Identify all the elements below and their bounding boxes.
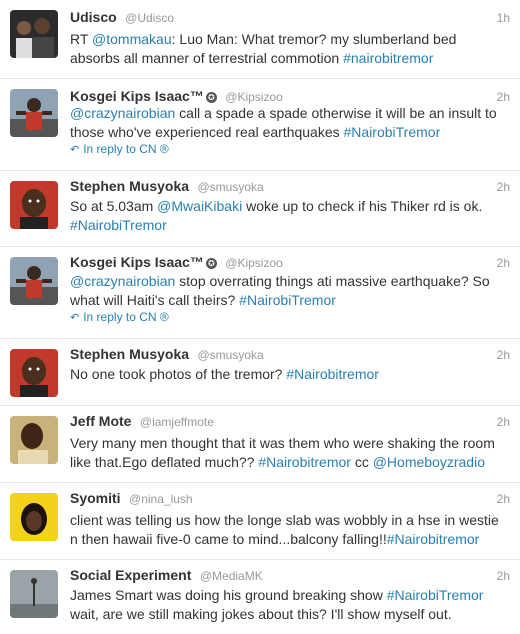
tweet-author-name[interactable]: Stephen Musyoka bbox=[70, 178, 189, 194]
hashtag-link[interactable]: #nairobitremor bbox=[343, 50, 433, 66]
tweet-author-name[interactable]: Kosgei Kips Isaac™ bbox=[70, 88, 204, 104]
hashtag-link[interactable]: #NairobiTremor bbox=[344, 124, 441, 140]
tweet-text-part: RT bbox=[70, 31, 93, 47]
tweet-author-handle[interactable]: @nina_lush bbox=[129, 492, 193, 506]
mention-link[interactable]: @crazynairobian bbox=[70, 273, 175, 289]
in-reply-to-label: In reply to CN ® bbox=[83, 310, 169, 324]
avatar-mediamk[interactable] bbox=[10, 570, 58, 618]
tweet-text: @crazynairobian call a spade a spade oth… bbox=[70, 104, 510, 142]
tweet-text-part: woke up to check if his Thiker rd is ok. bbox=[242, 198, 483, 214]
tweet-text: So at 5.03am @MwaiKibaki woke up to chec… bbox=[70, 197, 510, 235]
tweet-timestamp[interactable]: 2h bbox=[497, 348, 510, 362]
hashtag-link[interactable]: #Nairobitremor bbox=[387, 531, 480, 547]
tweet-timestamp[interactable]: 2h bbox=[497, 180, 510, 194]
tweet-text-part: James Smart was doing his ground breakin… bbox=[70, 587, 387, 603]
tweet-item[interactable]: Syomiti @nina_lush 2h client was telling… bbox=[0, 483, 520, 560]
tweet-timeline: Udisco @Udisco 1h RT @tommakau: Luo Man:… bbox=[0, 0, 520, 634]
tweet-author-handle[interactable]: @Kipsizoo bbox=[225, 90, 283, 104]
tweet-text-part: wait, are we still making jokes about th… bbox=[70, 606, 452, 622]
mention-link[interactable]: @tommakau bbox=[92, 31, 172, 47]
tweet-timestamp[interactable]: 2h bbox=[497, 415, 510, 429]
mention-link[interactable]: @Homeboyzradio bbox=[373, 454, 485, 470]
tweet-text-part: cc bbox=[350, 454, 373, 470]
tweet-author-name[interactable]: Kosgei Kips Isaac™ bbox=[70, 254, 204, 270]
reply-arrow-icon: ↶ bbox=[70, 312, 80, 324]
tweet-text: James Smart was doing his ground breakin… bbox=[70, 586, 510, 624]
tweet-timestamp[interactable]: 2h bbox=[497, 492, 510, 506]
tweet-text: @crazynairobian stop overrating things a… bbox=[70, 272, 510, 310]
tweet-author-name[interactable]: Syomiti bbox=[70, 490, 121, 506]
tweet-timestamp[interactable]: 1h bbox=[497, 11, 510, 25]
tweet-item[interactable]: Stephen Musyoka @smusyoka 2h So at 5.03a… bbox=[0, 171, 520, 247]
hashtag-link[interactable]: #NairobiTremor bbox=[239, 292, 336, 308]
avatar-kipsizoo[interactable] bbox=[10, 257, 58, 305]
tweet-item[interactable]: Stephen Musyoka @smusyoka 2h No one took… bbox=[0, 339, 520, 406]
tweet-item[interactable]: Jeff Mote @iamjeffmote 2h Very many men … bbox=[0, 406, 520, 483]
hashtag-link[interactable]: #NairobiTremor bbox=[70, 217, 167, 233]
reply-arrow-icon: ↶ bbox=[70, 144, 80, 156]
tweet-author-name[interactable]: Jeff Mote bbox=[70, 413, 131, 429]
hashtag-link[interactable]: #Nairobitremor bbox=[286, 366, 379, 382]
tweet-text: Very many men thought that it was them w… bbox=[70, 434, 510, 472]
tweet-item[interactable]: Kosgei Kips Isaac™ ✪ @Kipsizoo 2h @crazyn… bbox=[0, 79, 520, 171]
avatar-smusyoka[interactable] bbox=[10, 349, 58, 397]
avatar-iamjeffmote[interactable] bbox=[10, 416, 58, 464]
tweet-text-part: No one took photos of the tremor? bbox=[70, 366, 287, 382]
hashtag-link[interactable]: #NairobiTremor bbox=[387, 587, 484, 603]
in-reply-to-link[interactable]: ↶ In reply to CN ® bbox=[70, 142, 169, 156]
in-reply-to-label: In reply to CN ® bbox=[83, 142, 169, 156]
avatar-kipsizoo[interactable] bbox=[10, 89, 58, 137]
verified-star-icon: ✪ bbox=[205, 92, 217, 103]
mention-link[interactable]: @MwaiKibaki bbox=[157, 198, 242, 214]
tweet-author-handle[interactable]: @MediaMK bbox=[200, 569, 263, 583]
mention-link[interactable]: @crazynairobian bbox=[70, 105, 175, 121]
tweet-item[interactable]: Social Experiment @MediaMK 2h James Smar… bbox=[0, 560, 520, 634]
tweet-text: RT @tommakau: Luo Man: What tremor? my s… bbox=[70, 30, 510, 68]
tweet-author-handle[interactable]: @smusyoka bbox=[197, 348, 263, 362]
tweet-text: client was telling us how the longe slab… bbox=[70, 511, 510, 549]
tweet-item[interactable]: Kosgei Kips Isaac™ ✪ @Kipsizoo 2h @crazyn… bbox=[0, 247, 520, 339]
avatar-smusyoka[interactable] bbox=[10, 181, 58, 229]
tweet-author-name[interactable]: Social Experiment bbox=[70, 567, 191, 583]
tweet-timestamp[interactable]: 2h bbox=[497, 256, 510, 270]
tweet-author-handle[interactable]: @iamjeffmote bbox=[140, 415, 214, 429]
avatar-nina-lush[interactable] bbox=[10, 493, 58, 541]
tweet-item[interactable]: Udisco @Udisco 1h RT @tommakau: Luo Man:… bbox=[0, 0, 520, 79]
avatar-udisco[interactable] bbox=[10, 10, 58, 58]
tweet-timestamp[interactable]: 2h bbox=[497, 569, 510, 583]
tweet-timestamp[interactable]: 2h bbox=[497, 90, 510, 104]
tweet-author-handle[interactable]: @Udisco bbox=[125, 11, 174, 25]
tweet-author-name[interactable]: Stephen Musyoka bbox=[70, 346, 189, 362]
tweet-author-handle[interactable]: @Kipsizoo bbox=[225, 256, 283, 270]
tweet-author-name[interactable]: Udisco bbox=[70, 9, 117, 25]
tweet-author-handle[interactable]: @smusyoka bbox=[197, 180, 263, 194]
hashtag-link[interactable]: #Nairobitremor bbox=[258, 454, 351, 470]
in-reply-to-link[interactable]: ↶ In reply to CN ® bbox=[70, 310, 169, 324]
verified-star-icon: ✪ bbox=[205, 258, 217, 269]
tweet-text-part: So at 5.03am bbox=[70, 198, 158, 214]
tweet-text: No one took photos of the tremor? #Nairo… bbox=[70, 365, 510, 384]
